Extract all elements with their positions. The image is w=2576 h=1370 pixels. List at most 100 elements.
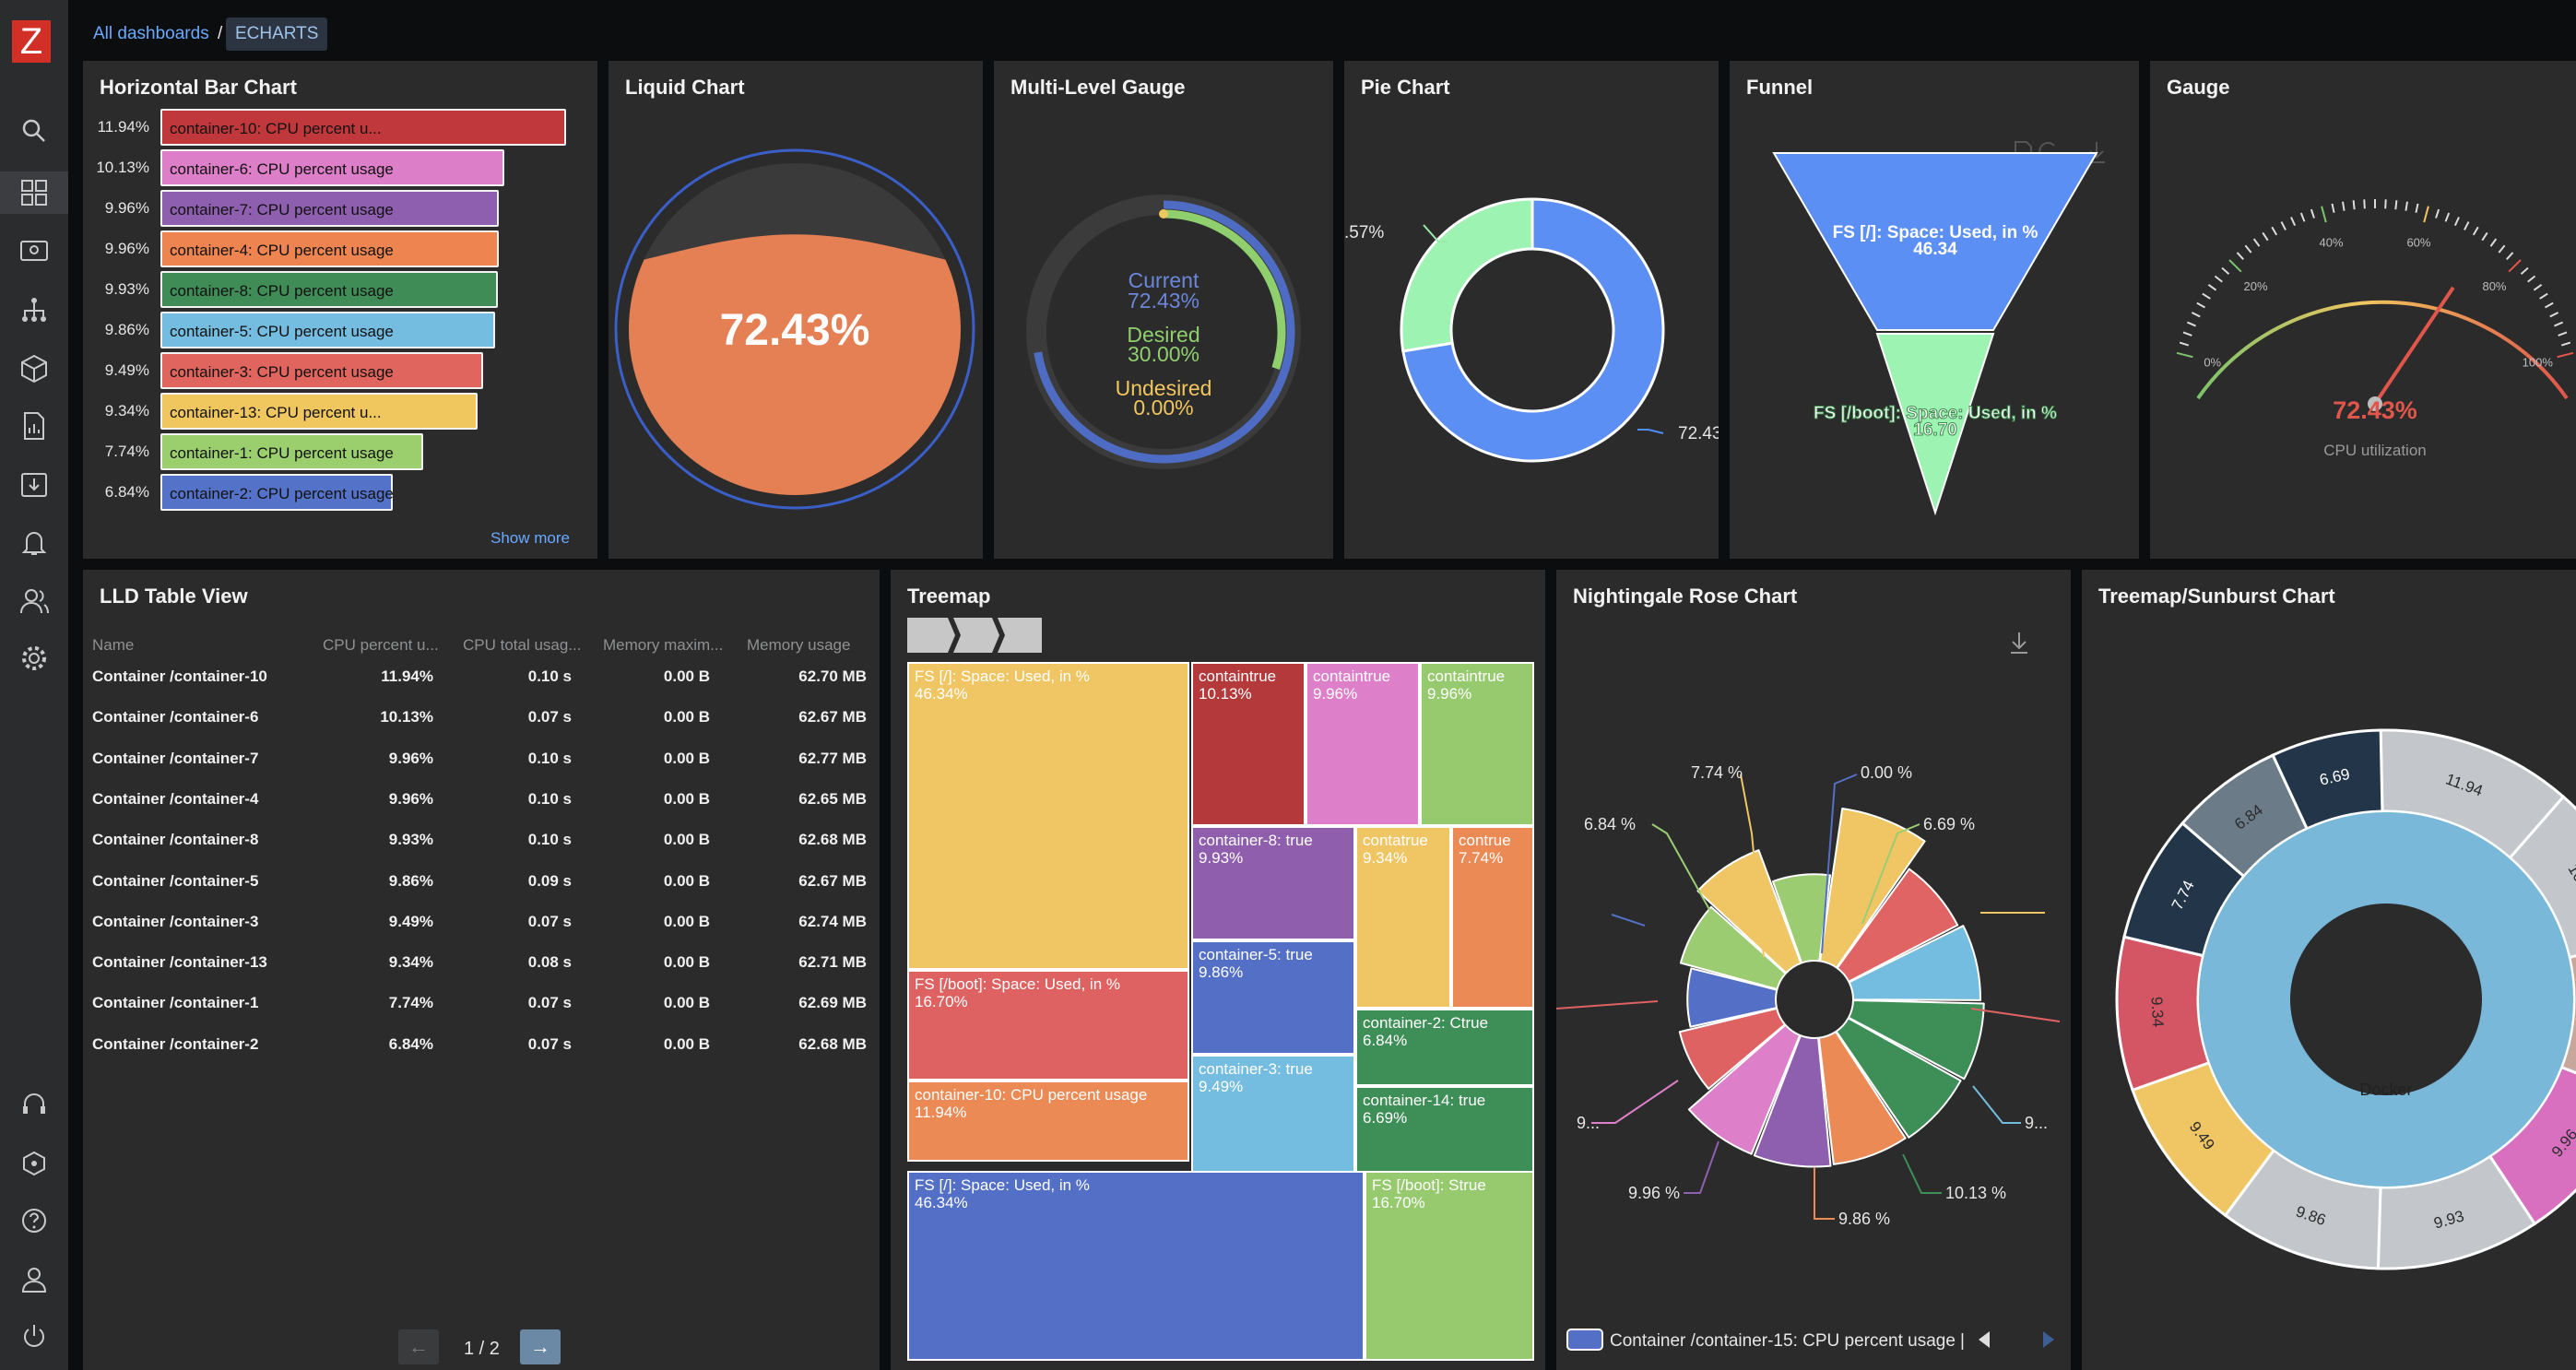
breadcrumb-current-dashboard[interactable]: ECHARTS — [226, 18, 328, 51]
gauge-tick — [2472, 226, 2479, 236]
breadcrumb-separator: / — [218, 24, 223, 43]
legend-next-icon[interactable] — [2043, 1331, 2054, 1348]
treemap-cell[interactable]: contrue 7.74% — [1451, 826, 1534, 1009]
treemap-breadcrumb[interactable] — [907, 618, 1042, 653]
pager-prev-button[interactable]: ← — [398, 1329, 439, 1364]
pager-next-button[interactable]: → — [520, 1329, 561, 1364]
table-row-name[interactable]: Container /container-13 — [92, 953, 267, 972]
hbar-bar[interactable]: container-5: CPU percent usage — [160, 312, 495, 348]
gauge-tick — [2331, 203, 2335, 213]
pie-slices — [1400, 197, 1665, 463]
table-header-cell[interactable]: Name — [92, 636, 134, 655]
hbar-row[interactable]: 7.74% container-1: CPU percent usage — [83, 433, 597, 470]
table-row-name[interactable]: Container /container-10 — [92, 667, 267, 686]
treemap-cell[interactable]: container-8: true 9.93% — [1191, 826, 1355, 940]
gauge-tick — [2202, 292, 2211, 300]
treemap-cell[interactable]: container-3: true 9.49% — [1191, 1055, 1355, 1175]
legend-prev-icon[interactable] — [1979, 1331, 1990, 1348]
show-more-link[interactable]: Show more — [490, 529, 570, 548]
treemap-cell[interactable]: container-5: true 9.86% — [1191, 940, 1355, 1055]
table-row-name[interactable]: Container /container-7 — [92, 750, 258, 768]
hbar-row[interactable]: 9.96% container-4: CPU percent usage — [83, 230, 597, 267]
hbar-bar[interactable]: container-8: CPU percent usage — [160, 271, 498, 308]
sign-out-icon[interactable] — [18, 1320, 51, 1353]
table-row-name[interactable]: Container /container-6 — [92, 708, 258, 726]
table-cell: 62.65 MB — [798, 789, 867, 808]
dashboards-icon[interactable] — [0, 171, 68, 214]
hbar-row[interactable]: 10.13% container-6: CPU percent usage — [83, 149, 597, 186]
treemap-cell[interactable]: container-2: Ctrue 6.84% — [1355, 1009, 1534, 1086]
hbar-row[interactable]: 6.84% container-2: CPU percent usage — [83, 474, 597, 511]
data-collection-icon[interactable] — [18, 468, 51, 502]
breadcrumb-all-dashboards[interactable]: All dashboards — [93, 24, 209, 44]
gauge-tick — [2533, 284, 2543, 291]
treemap-cell[interactable]: FS [/]: Space: Used, in % 46.34% — [907, 1171, 1365, 1361]
hbar-row[interactable]: 9.93% container-8: CPU percent usage — [83, 271, 597, 308]
treemap-cell[interactable]: container-10: CPU percent usage 11.94% — [907, 1081, 1189, 1162]
hbar-row[interactable]: 9.49% container-3: CPU percent usage — [83, 352, 597, 389]
hbar-bar[interactable]: container-7: CPU percent usage — [160, 190, 499, 227]
users-icon[interactable] — [18, 585, 51, 618]
network-icon[interactable] — [18, 293, 51, 326]
gauge-tick — [2544, 301, 2554, 309]
search-icon[interactable] — [18, 114, 51, 148]
hbar-row[interactable]: 9.86% container-5: CPU percent usage — [83, 312, 597, 348]
download-icon[interactable] — [2011, 632, 2027, 654]
table-header-cell[interactable]: Memory usage — [747, 636, 850, 655]
undesired-value: 0.00% — [1133, 396, 1193, 419]
monitoring-icon[interactable] — [18, 234, 51, 267]
treemap-cell[interactable]: containtrue 9.96% — [1420, 662, 1534, 826]
reports-icon[interactable] — [18, 409, 51, 443]
rose-legend-label[interactable]: Container /container-15: CPU percent usa… — [1610, 1331, 1956, 1351]
treemap-cell[interactable]: containtrue 10.13% — [1191, 662, 1306, 826]
treemap-cell[interactable]: contatrue 9.34% — [1355, 826, 1451, 1009]
gauge-tick — [2489, 238, 2498, 247]
support-icon[interactable] — [18, 1088, 51, 1121]
pie-slice[interactable] — [1400, 197, 1534, 353]
gauge-tick — [2342, 201, 2346, 211]
hbar-bar[interactable]: container-2: CPU percent usage — [160, 474, 394, 511]
hbar-row[interactable]: 9.34% container-13: CPU percent u... — [83, 393, 597, 430]
hbar-label: container-2: CPU percent usage — [170, 485, 394, 502]
administration-gear-icon[interactable] — [18, 642, 51, 675]
panel-horizontal-bar-chart: Horizontal Bar Chart 11.94% container-10:… — [83, 61, 597, 559]
table-row-name[interactable]: Container /container-5 — [92, 872, 258, 891]
table-row-name[interactable]: Container /container-4 — [92, 790, 258, 809]
panel-funnel: Funnel FS [/]: Space: Used, in % 46.34 F… — [1730, 61, 2139, 559]
gauge-tick — [2196, 301, 2206, 309]
table-row-name[interactable]: Container /container-8 — [92, 831, 258, 849]
hbar-bar[interactable]: container-6: CPU percent usage — [160, 149, 504, 186]
user-settings-icon[interactable] — [18, 1263, 51, 1296]
treemap-cell[interactable]: containtrue 9.96% — [1306, 662, 1420, 826]
integrations-icon[interactable] — [18, 1147, 51, 1180]
treemap-cell[interactable]: container-14: true 6.69% — [1355, 1086, 1534, 1175]
zabbix-logo[interactable]: Z — [12, 20, 51, 63]
treemap-cell[interactable]: FS [/]: Space: Used, in % 46.34% — [907, 662, 1189, 970]
table-header-cell[interactable]: CPU total usag... — [463, 636, 582, 655]
gauge-tick — [2363, 199, 2366, 209]
table-row-name[interactable]: Container /container-2 — [92, 1035, 258, 1054]
gauge-tick — [2299, 212, 2306, 222]
gauge-tick — [2176, 351, 2193, 359]
rose-legend-swatch[interactable] — [1566, 1329, 1603, 1351]
treemap-breadcrumb-chevrons[interactable] — [907, 618, 1042, 653]
hbar-row[interactable]: 9.96% container-7: CPU percent usage — [83, 190, 597, 227]
gauge-tick — [2453, 217, 2460, 227]
treemap-cell[interactable]: FS [/boot]: Strue 16.70% — [1365, 1171, 1534, 1361]
table-row-name[interactable]: Container /container-3 — [92, 913, 258, 931]
treemap-cell[interactable]: FS [/boot]: Space: Used, in % 16.70% — [907, 970, 1189, 1081]
help-icon[interactable] — [18, 1204, 51, 1237]
hbar-bar[interactable]: container-1: CPU percent usage — [160, 433, 423, 470]
hbar-bar[interactable]: container-13: CPU percent u... — [160, 393, 478, 430]
alerts-icon[interactable] — [18, 526, 51, 559]
table-header-cell[interactable]: Memory maxim... — [603, 636, 723, 655]
inventory-icon[interactable] — [18, 352, 51, 385]
panel-pie-chart: Pie Chart .57% 72.43 — [1344, 61, 1719, 559]
hbar-bar[interactable]: container-4: CPU percent usage — [160, 230, 499, 267]
hbar-bar[interactable]: container-3: CPU percent usage — [160, 352, 483, 389]
table-row-name[interactable]: Container /container-1 — [92, 994, 258, 1012]
table-cell: 62.74 MB — [798, 912, 867, 930]
hbar-bar[interactable]: container-10: CPU percent u... — [160, 109, 566, 146]
hbar-row[interactable]: 11.94% container-10: CPU percent u... — [83, 109, 597, 146]
table-header-cell[interactable]: CPU percent u... — [323, 636, 439, 655]
